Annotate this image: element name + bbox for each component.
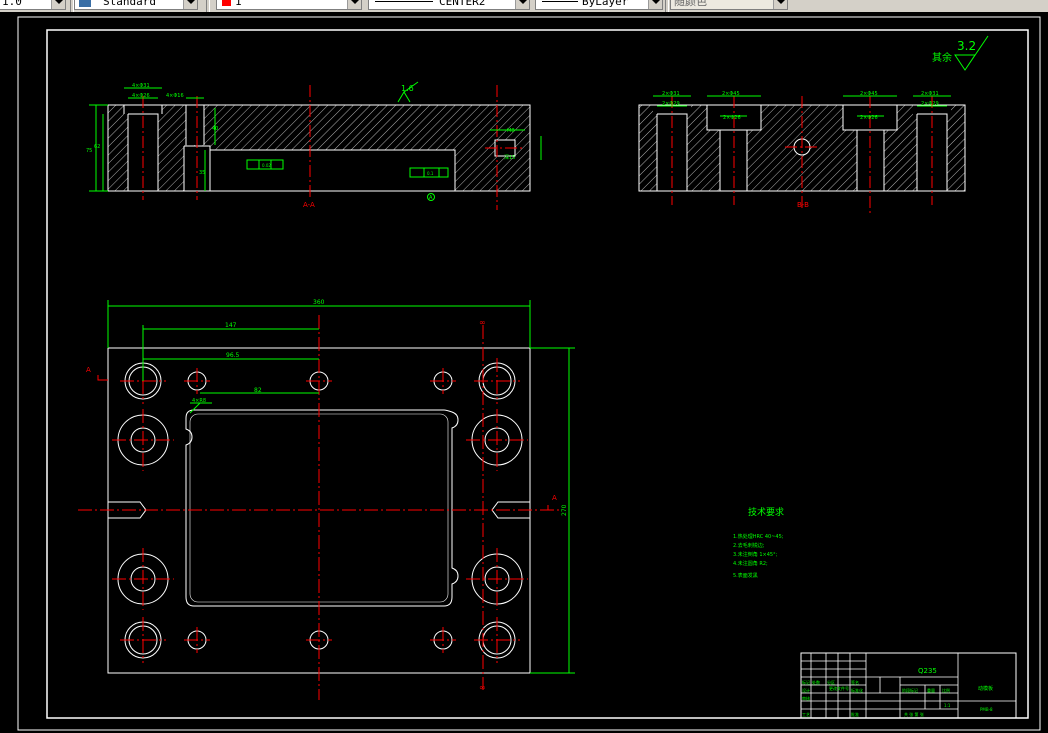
roughness-top: 1.6: [401, 84, 414, 93]
chevron-down-icon[interactable]: [347, 0, 361, 9]
chevron-down-icon[interactable]: [773, 0, 787, 9]
plot-style-combo[interactable]: 随颜色: [670, 0, 788, 10]
dim-bb-7: 2×Φ31: [921, 91, 939, 97]
tech-req-5: 5.表面发黑: [733, 572, 758, 579]
dim-aa-h2: 62: [94, 144, 100, 150]
dim-bb-1: 2×Φ31: [662, 91, 680, 97]
chevron-down-icon[interactable]: [515, 0, 529, 9]
dim-aa-m: M8: [507, 128, 515, 134]
scale: 1:1: [944, 703, 951, 708]
color-swatch: [222, 0, 231, 6]
tech-req-2: 2.去毛刺锐边;: [733, 542, 765, 549]
linetype-combo[interactable]: CENTER2: [368, 0, 530, 10]
linetype-value: CENTER2: [439, 0, 486, 8]
tb-r3: 分区: [827, 679, 835, 685]
section-mark-right: A: [552, 494, 557, 502]
tech-title: 技术要求: [748, 506, 784, 518]
dim-82: 82: [254, 387, 262, 394]
tb-r12: 重量: [927, 687, 935, 693]
tech-req-4: 4.未注圆角 R2;: [733, 560, 768, 567]
tb-r1: 标记: [802, 679, 810, 685]
lineweight-combo[interactable]: ByLayer: [535, 0, 663, 10]
tb-r9: 工艺: [802, 712, 810, 717]
linetype-scale-combo[interactable]: 1.0: [0, 0, 66, 10]
dim-aa-2: 4×Φ26: [132, 93, 150, 99]
color-value: 1: [235, 0, 242, 8]
dim-r: 4×R8: [192, 398, 206, 404]
dim-147: 147: [225, 322, 237, 329]
tol-flat: 0.02: [262, 163, 271, 168]
tb-r11: 阶段标记: [902, 687, 918, 693]
part-name: 动模板: [978, 685, 993, 692]
tb-r4: 更改文件号: [829, 685, 849, 691]
tb-r6: 设计: [802, 687, 810, 693]
chevron-down-icon[interactable]: [183, 0, 197, 9]
tb-r10: 批准: [851, 711, 859, 717]
lineweight-value: ByLayer: [582, 0, 629, 8]
drawing-no: PMB-8: [980, 707, 993, 712]
chevron-down-icon[interactable]: [51, 0, 65, 9]
dim-width: 360: [313, 299, 325, 306]
text-style-value: Standard: [103, 0, 156, 8]
plot-style-value: 随颜色: [674, 0, 707, 8]
dim-96: 96.5: [226, 352, 240, 359]
dim-bb-4: 2×Φ26: [723, 115, 741, 121]
drawing-canvas[interactable]: 其余 3.2 4×Φ31 4×Φ26 4×Φ16 75 62 40 35 M8 …: [0, 12, 1048, 733]
section-aa-pocket: [210, 150, 455, 191]
lineweight-preview: [542, 1, 578, 2]
dim-aa-depth: 深15: [504, 154, 515, 161]
chevron-down-icon[interactable]: [648, 0, 662, 9]
tb-r14: 共 张 第 张: [904, 711, 924, 717]
dim-bb-2: 2×Φ29: [662, 101, 680, 107]
color-combo[interactable]: 1: [216, 0, 362, 10]
toolbar-separator: [206, 0, 210, 12]
tech-req-3: 3.未注倒角 1×45°;: [733, 551, 778, 558]
linetype-preview: [375, 1, 433, 2]
toolbar-separator: [665, 0, 669, 12]
dim-bb-5: 2×Φ45: [860, 91, 878, 97]
tb-r2: 处数: [812, 679, 820, 685]
text-style-combo[interactable]: Standard: [74, 0, 198, 10]
roughness-default-label: 其余: [932, 51, 952, 64]
combo-1-value: 1.0: [2, 0, 22, 8]
tol-flat2: 0.1: [427, 171, 434, 176]
dim-aa-h1: 75: [86, 148, 92, 154]
datum-letter: A: [429, 195, 433, 201]
tb-r8: 审核: [802, 695, 810, 701]
dim-bb-6: 2×Φ26: [860, 115, 878, 121]
tb-r13: 比例: [942, 687, 950, 693]
dim-aa-h3: 40: [212, 126, 218, 132]
tb-r7: 标准化: [851, 687, 863, 693]
style-icon: [79, 0, 91, 7]
section-aa-label: A-A: [303, 201, 315, 209]
dim-aa-1: 4×Φ31: [132, 83, 150, 89]
dim-bb-8: 2×Φ29: [921, 101, 939, 107]
dim-aa-3: 4×Φ16: [166, 93, 184, 99]
material: Q235: [918, 667, 937, 675]
tech-req-1: 1.热处理HRC 40~45;: [733, 533, 784, 540]
roughness-default-value: 3.2: [957, 39, 976, 53]
tb-r5: 签名: [851, 679, 859, 685]
section-bb-label: B-B: [797, 201, 809, 209]
dim-aa-h4: 35: [199, 170, 205, 176]
section-mark-left: A: [86, 366, 91, 374]
dim-bb-3: 2×Φ45: [722, 91, 740, 97]
dim-height: 270: [561, 504, 568, 516]
center-mark-top: ∞: [479, 318, 486, 327]
center-mark-bottom: ∞: [479, 683, 486, 692]
section-aa-bore-3: [186, 105, 204, 145]
